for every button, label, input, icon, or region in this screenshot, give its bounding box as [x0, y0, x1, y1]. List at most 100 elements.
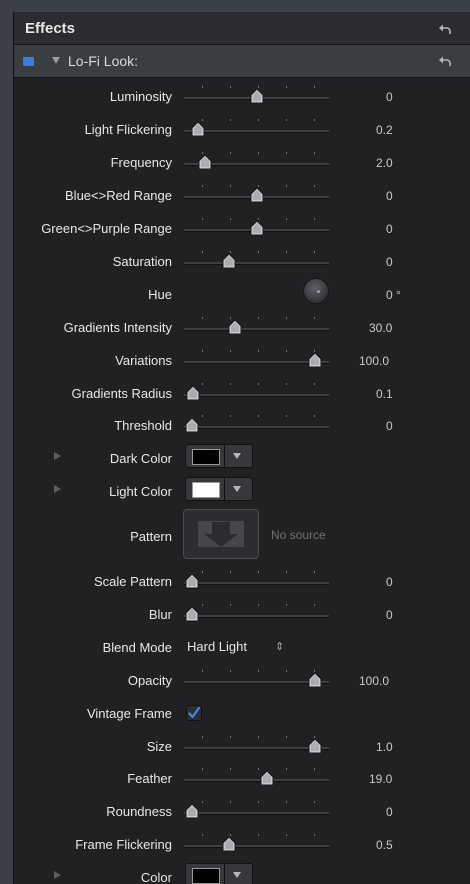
- slider-thumb[interactable]: [184, 803, 200, 819]
- slider-thumb[interactable]: [197, 154, 213, 170]
- hue-value[interactable]: 0 °: [386, 288, 401, 302]
- slider-track[interactable]: [184, 812, 329, 815]
- slider-track[interactable]: [184, 582, 329, 585]
- size-slider[interactable]: [184, 734, 329, 756]
- slider-thumb[interactable]: [227, 319, 243, 335]
- reset-arrow-icon[interactable]: [438, 54, 452, 68]
- slider-thumb[interactable]: [185, 385, 201, 401]
- slider-tick: [202, 218, 203, 220]
- vintage-frame-checkbox[interactable]: [186, 705, 202, 721]
- dropdown-arrow-icon[interactable]: [233, 486, 241, 492]
- slider-track[interactable]: [184, 328, 329, 331]
- variations-value[interactable]: 100.0: [359, 354, 389, 368]
- gradients-intensity-slider[interactable]: [184, 315, 329, 337]
- luminosity-slider[interactable]: [184, 84, 329, 106]
- feather-slider[interactable]: [184, 766, 329, 788]
- slider-tick: [230, 670, 231, 672]
- dropdown-arrow-icon[interactable]: [233, 872, 241, 878]
- scale-pattern-slider[interactable]: [184, 569, 329, 591]
- slider-thumb[interactable]: [184, 417, 200, 433]
- slider-tick: [286, 834, 287, 836]
- frequency-value[interactable]: 2.0: [376, 156, 393, 170]
- slider-thumb[interactable]: [307, 352, 323, 368]
- disclosure-right-icon[interactable]: [54, 871, 61, 879]
- slider-thumb[interactable]: [184, 606, 200, 622]
- light-color-well[interactable]: [185, 477, 253, 501]
- color-well-divider: [224, 864, 225, 884]
- slider-track[interactable]: [184, 394, 329, 397]
- blend-mode-popup[interactable]: Hard Light ⇕: [187, 639, 284, 659]
- blue-red-range-value[interactable]: 0: [386, 189, 393, 203]
- luminosity-value[interactable]: 0: [386, 90, 393, 104]
- param-label-size: Size: [146, 739, 172, 754]
- disclosure-triangle-icon[interactable]: [52, 57, 60, 64]
- slider-thumb[interactable]: [190, 121, 206, 137]
- feather-value[interactable]: 19.0: [369, 772, 392, 786]
- scale-pattern-value[interactable]: 0: [386, 575, 393, 589]
- blur-value[interactable]: 0: [386, 608, 393, 622]
- light-color-swatch: [192, 482, 220, 498]
- light-flickering-slider[interactable]: [184, 117, 329, 139]
- slider-track[interactable]: [184, 262, 329, 265]
- saturation-value[interactable]: 0: [386, 255, 393, 269]
- param-label-blend-mode: Blend Mode: [102, 640, 172, 655]
- slider-thumb[interactable]: [221, 253, 237, 269]
- slider-thumb[interactable]: [307, 672, 323, 688]
- disclosure-right-icon[interactable]: [54, 452, 61, 460]
- gradients-radius-value[interactable]: 0.1: [376, 387, 393, 401]
- slider-tick: [286, 571, 287, 573]
- gradients-radius-slider[interactable]: [184, 381, 329, 403]
- frame-color-swatch: [192, 868, 220, 884]
- slider-tick: [202, 251, 203, 253]
- hue-dial[interactable]: [304, 279, 328, 303]
- param-label-scale-pattern: Scale Pattern: [93, 574, 172, 589]
- effect-row-lofi-look[interactable]: Lo-Fi Look:: [14, 45, 470, 78]
- light-flickering-value[interactable]: 0.2: [376, 123, 393, 137]
- dropdown-arrow-icon[interactable]: [233, 453, 241, 459]
- frequency-slider[interactable]: [184, 150, 329, 172]
- threshold-slider[interactable]: [184, 413, 329, 435]
- green-purple-range-value[interactable]: 0: [386, 222, 393, 236]
- frame-flickering-slider[interactable]: [184, 832, 329, 854]
- size-value[interactable]: 1.0: [376, 740, 393, 754]
- slider-track[interactable]: [184, 426, 329, 429]
- saturation-slider[interactable]: [184, 249, 329, 271]
- slider-tick: [314, 801, 315, 803]
- variations-slider[interactable]: [184, 348, 329, 370]
- gradients-intensity-value[interactable]: 30.0: [369, 321, 392, 335]
- threshold-value[interactable]: 0: [386, 419, 393, 433]
- effect-enable-checkbox[interactable]: [23, 57, 34, 66]
- frame-color-well[interactable]: [185, 863, 253, 884]
- slider-tick: [258, 251, 259, 253]
- slider-tick: [202, 571, 203, 573]
- slider-thumb[interactable]: [249, 88, 265, 104]
- slider-tick: [258, 152, 259, 154]
- slider-tick: [286, 251, 287, 253]
- disclosure-right-icon[interactable]: [54, 485, 61, 493]
- param-label-blur: Blur: [148, 607, 172, 622]
- green-purple-range-slider[interactable]: [184, 216, 329, 238]
- slider-thumb[interactable]: [259, 770, 275, 786]
- slider-thumb[interactable]: [249, 187, 265, 203]
- slider-track[interactable]: [184, 779, 329, 782]
- slider-thumb[interactable]: [221, 836, 237, 852]
- slider-tick: [258, 119, 259, 121]
- opacity-slider[interactable]: [184, 668, 329, 690]
- opacity-value[interactable]: 100.0: [359, 674, 389, 688]
- slider-track[interactable]: [184, 845, 329, 848]
- param-label-green-purple-range: Green<>Purple Range: [41, 221, 172, 236]
- reset-arrow-icon[interactable]: [438, 22, 452, 36]
- slider-track[interactable]: [184, 615, 329, 618]
- pattern-drop-well[interactable]: [183, 509, 259, 559]
- slider-tick: [314, 834, 315, 836]
- roundness-slider[interactable]: [184, 799, 329, 821]
- roundness-value[interactable]: 0: [386, 805, 393, 819]
- slider-tick: [230, 86, 231, 88]
- dark-color-well[interactable]: [185, 444, 253, 468]
- blur-slider[interactable]: [184, 602, 329, 624]
- slider-thumb[interactable]: [307, 738, 323, 754]
- slider-thumb[interactable]: [249, 220, 265, 236]
- frame-flickering-value[interactable]: 0.5: [376, 838, 393, 852]
- blue-red-range-slider[interactable]: [184, 183, 329, 205]
- slider-thumb[interactable]: [184, 573, 200, 589]
